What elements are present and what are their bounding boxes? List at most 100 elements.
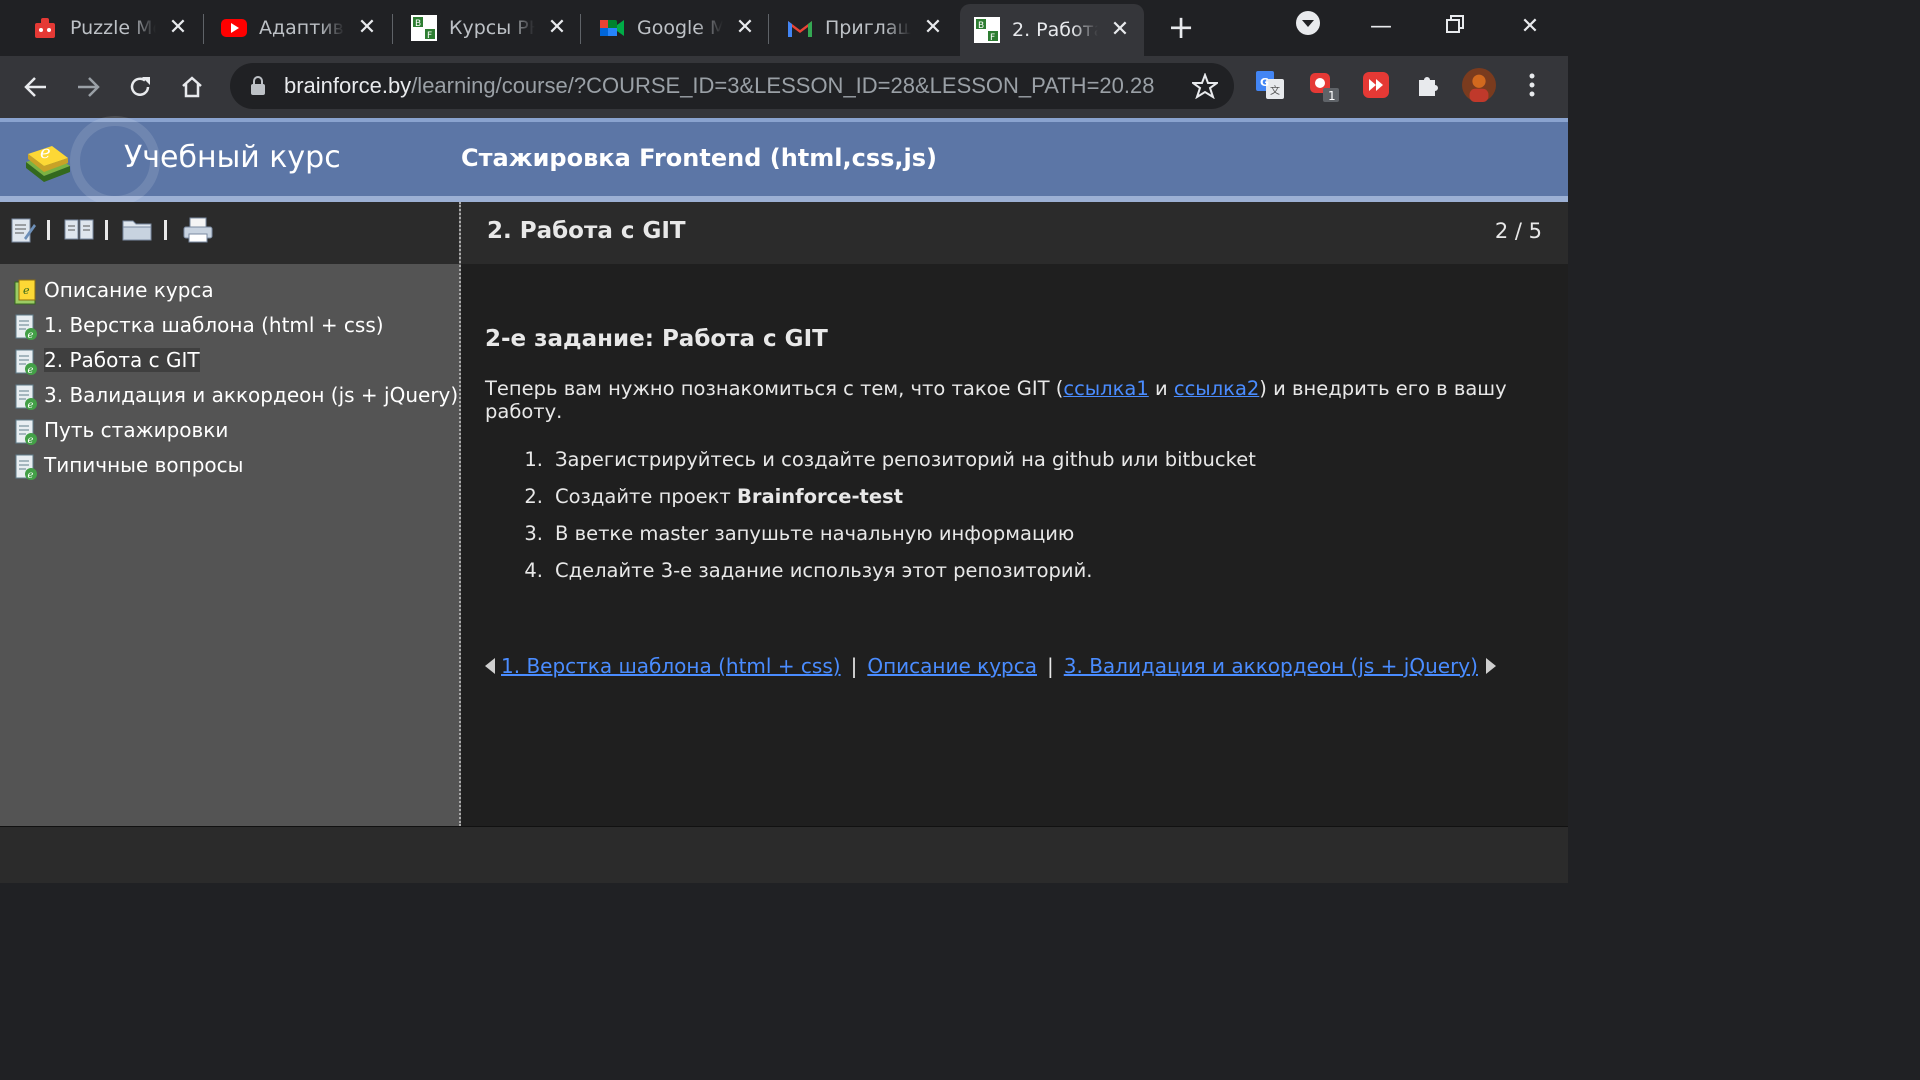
tab-strip: Puzzle Mobile ✕ Адаптивная ✕ BF Курсы PH… (0, 0, 1568, 56)
svg-text:e: e (28, 330, 34, 341)
browser-menu-icon[interactable] (1515, 68, 1549, 102)
open-book-icon[interactable] (64, 216, 94, 244)
step-text: Сделайте 3-е задание используя этот репо… (555, 559, 1093, 582)
tab-puzzle[interactable]: Puzzle Mobile ✕ (32, 8, 190, 48)
tab-search-icon[interactable] (1288, 10, 1328, 44)
svg-text:e: e (28, 365, 34, 376)
tab-close-icon[interactable]: ✕ (921, 16, 945, 40)
tab-title: Google Meet (637, 17, 723, 39)
home-icon[interactable] (175, 70, 209, 104)
svg-text:文: 文 (1270, 84, 1280, 97)
brainforce-icon: BF (974, 17, 1000, 43)
svg-text:e: e (23, 284, 30, 297)
task-intro: Теперь вам нужно познакомиться с тем, чт… (485, 377, 1535, 423)
tab-close-icon[interactable]: ✕ (1108, 18, 1132, 42)
brainforce-icon: BF (411, 15, 437, 41)
prev-lesson-link[interactable]: 1. Верстка шаблона (html + css) (501, 654, 841, 678)
course-book-icon: e (14, 278, 38, 306)
step-number: 1. (524, 448, 543, 471)
tab-divider (768, 14, 769, 44)
banner-title: Учебный курс (124, 140, 341, 175)
list-item: 4. Сделайте 3-е задание используя этот ре… (485, 559, 1535, 596)
intro-text: и (1148, 377, 1174, 400)
toc-label: 2. Работа с GIT (44, 348, 200, 372)
forward-icon[interactable] (71, 70, 105, 104)
youtube-icon (221, 15, 247, 41)
google-translate-icon[interactable]: G文 (1253, 68, 1287, 102)
course-sidebar: e Описание курса e 1. Верстка шаблона (h… (0, 202, 461, 826)
folder-icon[interactable] (122, 216, 152, 244)
toc-item-lesson-2-current[interactable]: e 2. Работа с GIT (14, 348, 458, 383)
tab-youtube[interactable]: Адаптивная ✕ (221, 8, 379, 48)
close-window-icon[interactable]: ✕ (1510, 10, 1550, 44)
minimize-icon[interactable]: — (1361, 10, 1401, 44)
toc-item-lesson-3[interactable]: e 3. Валидация и аккордеон (js + jQuery) (14, 383, 458, 418)
tab-title: Приглашение (825, 17, 911, 39)
pager-separator: | (850, 654, 858, 678)
reload-icon[interactable] (123, 70, 157, 104)
next-arrow-icon[interactable] (1485, 658, 1496, 674)
extension-badge: 1 (1328, 89, 1336, 102)
link-1[interactable]: ссылка1 (1063, 377, 1148, 400)
intro-text: Теперь вам нужно познакомиться с тем, чт… (485, 377, 1064, 400)
toc-label: Типичные вопросы (44, 453, 244, 477)
edit-page-icon[interactable] (10, 216, 38, 244)
step-number: 2. (524, 485, 543, 508)
course-name: Стажировка Frontend (html,css,js) (461, 144, 938, 172)
extensions-puzzle-icon[interactable] (1411, 68, 1445, 102)
step-bold-text: Brainforce-test (736, 485, 904, 508)
tab-divider (580, 14, 581, 44)
tab-title: Курсы PHP (449, 17, 535, 39)
tab-close-icon[interactable]: ✕ (355, 16, 379, 40)
tab-title: 2. Работа с GIT (1012, 19, 1098, 41)
tab-close-icon[interactable]: ✕ (545, 16, 569, 40)
toc-item-faq[interactable]: e Типичные вопросы (14, 453, 458, 488)
back-icon[interactable] (19, 70, 53, 104)
tab-title: Адаптивная (259, 17, 345, 39)
step-text: В ветке master запушьте начальную информ… (555, 522, 1075, 545)
link-2[interactable]: ссылка2 (1174, 377, 1259, 400)
svg-text:e: e (28, 435, 34, 446)
next-lesson-link[interactable]: 3. Валидация и аккордеон (js + jQuery) (1064, 654, 1478, 678)
tab-gmail[interactable]: Приглашение ✕ (787, 8, 945, 48)
list-item: 1. Зарегистрируйтесь и создайте репозитор… (485, 448, 1535, 485)
tab-close-icon[interactable]: ✕ (733, 16, 757, 40)
toc-item-course-description[interactable]: e Описание курса (14, 278, 458, 313)
toc-item-lesson-1[interactable]: e 1. Верстка шаблона (html + css) (14, 313, 458, 348)
tab-courses-php[interactable]: BF Курсы PHP ✕ (411, 8, 569, 48)
svg-text:e: e (28, 470, 34, 481)
fast-forward-extension-icon[interactable] (1359, 68, 1393, 102)
record-extension-icon[interactable]: 1 (1307, 68, 1341, 102)
course-toc: e Описание курса e 1. Верстка шаблона (h… (14, 278, 458, 488)
print-icon[interactable] (182, 216, 213, 244)
tab-active-lesson[interactable]: BF 2. Работа с GIT ✕ (960, 4, 1144, 56)
restore-icon[interactable] (1435, 10, 1475, 44)
svg-text:e: e (40, 142, 51, 163)
address-bar[interactable]: brainforce.by/learning/course/?COURSE_ID… (230, 63, 1234, 109)
course-description-link[interactable]: Описание курса (867, 654, 1037, 678)
toolbar-divider (47, 220, 50, 240)
gmail-icon (787, 15, 813, 41)
svg-text:e: e (28, 400, 34, 411)
bookmark-star-icon[interactable] (1189, 72, 1221, 103)
list-item: 3. В ветке master запушьте начальную инфо… (485, 522, 1535, 559)
elearning-book-logo: e (22, 132, 74, 192)
page-footer (0, 826, 1568, 883)
lock-icon[interactable] (250, 76, 266, 100)
lesson-page-icon: e (14, 348, 38, 376)
prev-arrow-icon[interactable] (485, 658, 495, 674)
tab-divider (392, 14, 393, 44)
new-tab-icon[interactable]: + (1167, 11, 1195, 44)
url-path: /learning/course/?COURSE_ID=3&LESSON_ID=… (411, 73, 1155, 98)
toc-item-internship-path[interactable]: e Путь стажировки (14, 418, 458, 453)
url-text[interactable]: brainforce.by/learning/course/?COURSE_ID… (284, 73, 1154, 99)
toc-label: Путь стажировки (44, 418, 229, 442)
toolbar-divider (105, 220, 108, 240)
lesson-header: 2. Работа с GIT 2 / 5 (461, 202, 1568, 264)
tab-divider (203, 14, 204, 44)
tab-close-icon[interactable]: ✕ (166, 16, 190, 40)
tab-google-meet[interactable]: Google Meet ✕ (599, 8, 757, 48)
profile-avatar[interactable] (1462, 68, 1496, 102)
toc-label: 3. Валидация и аккордеон (js + jQuery) (44, 383, 459, 407)
step-text: Зарегистрируйтесь и создайте репозиторий… (555, 448, 1256, 471)
